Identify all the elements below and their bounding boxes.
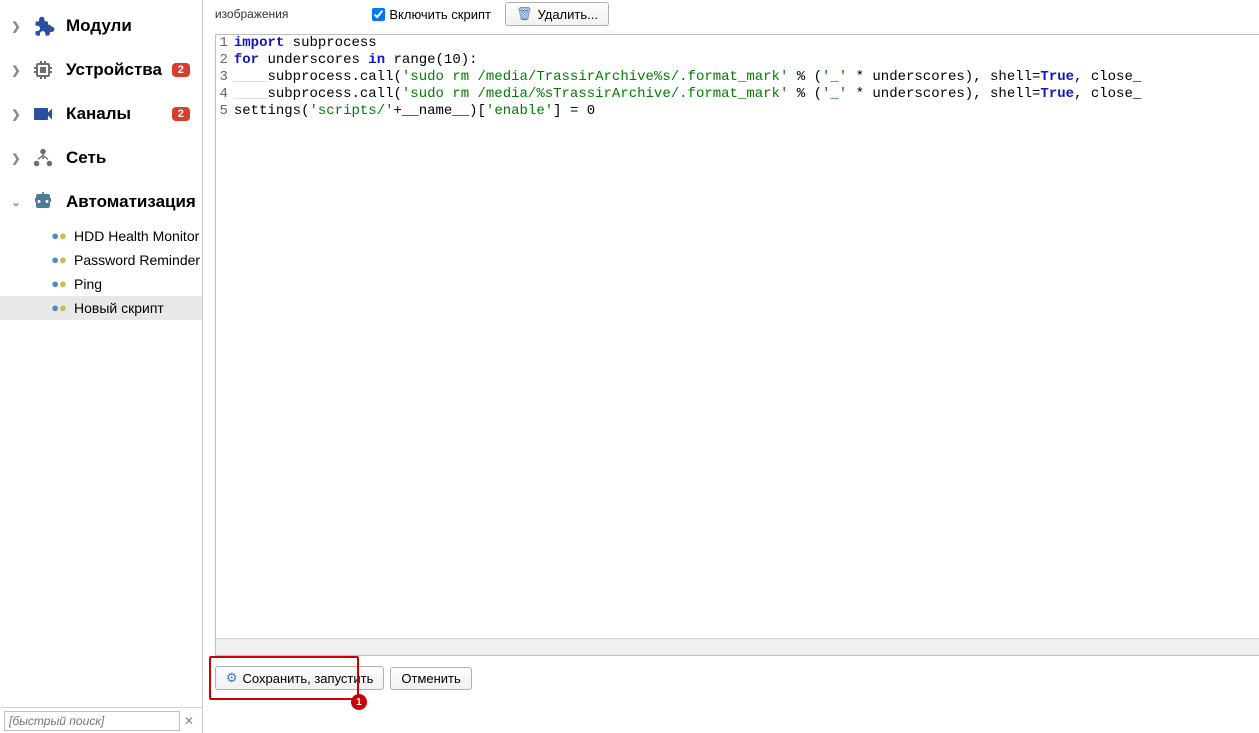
automation-children: ●● HDD Health Monitor ●● Password Remind… xyxy=(0,224,202,320)
line-number: 4 xyxy=(216,86,234,103)
trash-icon: 🗑 xyxy=(516,6,533,22)
enable-script-checkbox-input[interactable] xyxy=(372,8,385,21)
sidebar: ❯ Модули ❯ Устройства 2 ❯ Каналы xyxy=(0,0,203,733)
sidebar-tree: ❯ Модули ❯ Устройства 2 ❯ Каналы xyxy=(0,0,202,707)
line-code[interactable]: settings('scripts/'+__name__)['enable'] … xyxy=(234,103,1259,120)
chevron-right-icon: ❯ xyxy=(10,64,22,77)
line-code[interactable]: ____subprocess.call('sudo rm /media/Tras… xyxy=(234,69,1259,86)
horizontal-scrollbar[interactable] xyxy=(216,638,1259,655)
code-editor[interactable]: 1import subprocess2for underscores in ra… xyxy=(215,34,1259,656)
sidebar-item-label: Сеть xyxy=(66,148,196,168)
sidebar-item-devices[interactable]: ❯ Устройства 2 xyxy=(0,48,202,92)
network-icon xyxy=(30,145,56,171)
gears-icon: ⚙ xyxy=(226,670,238,686)
automation-child-newscript[interactable]: ●● Новый скрипт xyxy=(0,296,202,320)
sidebar-item-label: Автоматизация xyxy=(66,192,196,212)
quick-search-row: ✕ xyxy=(0,707,202,733)
python-icon: ●● xyxy=(50,227,68,245)
line-number: 5 xyxy=(216,103,234,120)
clear-search-icon[interactable]: ✕ xyxy=(180,714,198,728)
delete-button[interactable]: 🗑 Удалить... xyxy=(505,2,609,26)
line-code[interactable]: import subprocess xyxy=(234,35,1259,52)
automation-child-password[interactable]: ●● Password Reminder xyxy=(0,248,202,272)
image-caption: изображения xyxy=(215,7,289,21)
line-number: 2 xyxy=(216,52,234,69)
code-line[interactable]: 3____subprocess.call('sudo rm /media/Tra… xyxy=(216,69,1259,86)
sidebar-item-automation[interactable]: ⌄ Автоматизация xyxy=(0,180,202,224)
sidebar-item-modules[interactable]: ❯ Модули xyxy=(0,4,202,48)
quick-search-input[interactable] xyxy=(4,711,180,731)
chevron-right-icon: ❯ xyxy=(10,20,22,33)
python-icon: ●● xyxy=(50,251,68,269)
automation-child-hdd[interactable]: ●● HDD Health Monitor xyxy=(0,224,202,248)
cancel-button[interactable]: Отменить xyxy=(390,667,471,690)
topbar: изображения Включить скрипт 🗑 Удалить...… xyxy=(215,0,1259,28)
python-icon: ●● xyxy=(50,275,68,293)
main-area: изображения Включить скрипт 🗑 Удалить...… xyxy=(203,0,1259,733)
chevron-right-icon: ❯ xyxy=(10,152,22,165)
enable-script-checkbox[interactable]: Включить скрипт xyxy=(372,7,491,22)
chevron-right-icon: ❯ xyxy=(10,108,22,121)
sidebar-item-network[interactable]: ❯ Сеть xyxy=(0,136,202,180)
code-line[interactable]: 5settings('scripts/'+__name__)['enable']… xyxy=(216,103,1259,120)
sub-item-label: Новый скрипт xyxy=(74,300,164,316)
cpu-icon xyxy=(30,57,56,83)
sub-item-label: HDD Health Monitor xyxy=(74,228,199,244)
sub-item-label: Password Reminder xyxy=(74,252,200,268)
sidebar-item-label: Модули xyxy=(66,16,196,36)
save-run-button[interactable]: ⚙ Сохранить, запустить xyxy=(215,666,385,690)
automation-child-ping[interactable]: ●● Ping xyxy=(0,272,202,296)
code-line[interactable]: 1import subprocess xyxy=(216,35,1259,52)
line-number: 3 xyxy=(216,69,234,86)
camera-icon xyxy=(30,101,56,127)
python-icon: ●● xyxy=(50,299,68,317)
sidebar-item-label: Устройства xyxy=(66,60,172,80)
line-number: 1 xyxy=(216,35,234,52)
badge: 2 xyxy=(172,63,190,77)
sidebar-item-label: Каналы xyxy=(66,104,172,124)
robot-icon xyxy=(30,189,56,215)
puzzle-icon xyxy=(30,13,56,39)
footer: Закрыть xyxy=(215,698,1259,733)
code-line[interactable]: 4____subprocess.call('sudo rm /media/%sT… xyxy=(216,86,1259,103)
line-code[interactable]: for underscores in range(10): xyxy=(234,52,1259,69)
code-line[interactable]: 2for underscores in range(10): xyxy=(216,52,1259,69)
sub-item-label: Ping xyxy=(74,276,102,292)
bottombar: 1 ⚙ Сохранить, запустить Отменить L: 0 C… xyxy=(215,658,1259,698)
chevron-down-icon: ⌄ xyxy=(10,196,22,209)
badge: 2 xyxy=(172,107,190,121)
sidebar-item-channels[interactable]: ❯ Каналы 2 xyxy=(0,92,202,136)
line-code[interactable]: ____subprocess.call('sudo rm /media/%sTr… xyxy=(234,86,1259,103)
